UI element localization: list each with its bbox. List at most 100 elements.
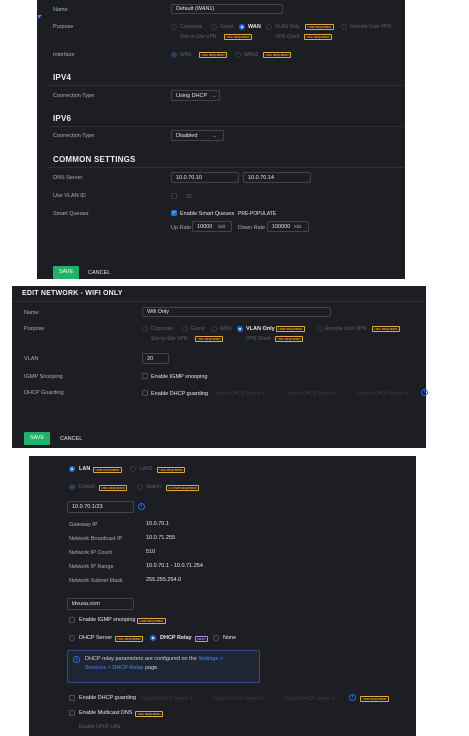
- lan2-radio[interactable]: [130, 466, 136, 472]
- up-rate-input[interactable]: 10000 kbit: [192, 221, 232, 232]
- dhcp-server-radio[interactable]: [69, 635, 75, 641]
- purpose-corporate-radio[interactable]: [171, 24, 177, 30]
- switch-label: Switch: [146, 484, 161, 490]
- purpose-guest-radio[interactable]: [211, 24, 217, 30]
- info-icon[interactable]: i: [421, 389, 428, 396]
- use-vlan-id-checkbox[interactable]: [171, 193, 177, 199]
- purpose-corporate-radio[interactable]: [142, 326, 148, 332]
- upnp-lan-check-label: Enable UPnP LAN: [79, 724, 121, 730]
- use-vlan-id-label: Use VLAN ID: [53, 193, 86, 199]
- dhcp-relay-radio[interactable]: [150, 635, 156, 641]
- trusted-dhcp-server-3-input[interactable]: Trusted DHCP server 3: [283, 696, 335, 702]
- purpose-remote-vpn-label: Remote User VPN: [350, 24, 392, 30]
- purpose-vpn-client-label: VPN Client: [275, 34, 300, 40]
- default-radio[interactable]: [69, 484, 75, 490]
- save-button[interactable]: SAVE: [24, 432, 50, 445]
- lan-label: LAN: [79, 466, 91, 472]
- dhcp-guarding-checkbox[interactable]: [69, 695, 75, 701]
- down-rate-unit: kbit: [294, 224, 302, 229]
- dhcp-none-radio[interactable]: [213, 635, 219, 641]
- smart-queues-label: Smart Queues: [53, 211, 89, 217]
- smart-queues-checkbox[interactable]: ✓: [171, 210, 177, 216]
- ip-range-value: 10.0.70.1 - 10.0.71.254: [146, 563, 203, 569]
- subnet-mask-label: Network Subnet Mask: [69, 578, 123, 584]
- lan-radio[interactable]: [69, 466, 75, 472]
- name-label: Name: [53, 7, 68, 13]
- chevron-down-icon: ⌄: [212, 92, 217, 99]
- usg-required-badge: USG REQUIRED: [195, 336, 224, 342]
- edit-network-wan-panel: Name Default (WAN1) Purpose Corporate Gu…: [37, 0, 405, 279]
- connection-type-v6-select[interactable]: Disabled ⌄: [171, 130, 224, 141]
- cancel-button[interactable]: CANCEL: [88, 270, 110, 276]
- dhcp-none-label: None: [223, 635, 237, 641]
- info-icon[interactable]: i: [349, 694, 356, 701]
- dns-server-2-input[interactable]: 10.0.70.14: [243, 172, 311, 183]
- switch-radio[interactable]: [137, 484, 143, 490]
- interface-wan-radio[interactable]: [171, 52, 177, 58]
- cancel-button[interactable]: CANCEL: [60, 436, 82, 442]
- connection-type-label: Connection Type: [53, 93, 95, 99]
- up-rate-label: Up Rate: [171, 225, 192, 231]
- name-input[interactable]: Wifi Only: [142, 307, 331, 317]
- gateway-subnet-input[interactable]: 10.0.70.1/23: [67, 501, 134, 513]
- multicast-dns-check-label: Enable Multicast DNS: [79, 710, 133, 716]
- purpose-remote-vpn-radio[interactable]: [317, 326, 323, 332]
- default-label: Default: [79, 484, 95, 490]
- gateway-ip-value: 10.0.70.1: [146, 521, 169, 527]
- igmp-snooping-checkbox[interactable]: [69, 617, 75, 623]
- usg-required-badge: USG REQUIRED: [99, 485, 128, 491]
- purpose-guest-label: Guest: [191, 326, 205, 332]
- purpose-remote-vpn-radio[interactable]: [341, 24, 347, 30]
- purpose-corporate-label: Corporate: [180, 24, 203, 30]
- pre-populate-button[interactable]: PRE-POPULATE: [238, 211, 276, 217]
- settings-link[interactable]: Settings >: [198, 656, 223, 662]
- purpose-s2s-vpn-label: Site-to-Site VPN: [180, 34, 217, 40]
- connection-type-v4-value: Using DHCP: [176, 92, 208, 99]
- usg-required-badge: USG REQUIRED: [304, 34, 333, 40]
- edit-network-wifi-only-panel: EDIT NETWORK - WIFI ONLY Name Wifi Only …: [12, 286, 428, 448]
- lan-network-settings-panel: LAN USW REQUIRED LAN2 USG REQUIRED Defau…: [29, 456, 416, 736]
- connection-type-v4-select[interactable]: Using DHCP ⌄: [171, 90, 220, 101]
- usg-required-badge: USG REQUIRED: [372, 326, 401, 332]
- usg-required-badge: USG REQUIRED: [115, 636, 144, 642]
- vlan-input[interactable]: 20: [142, 353, 169, 364]
- save-button[interactable]: SAVE: [53, 266, 79, 279]
- usw-required-badge: USW REQUIRED: [93, 467, 122, 473]
- trusted-dhcp-server-1-input[interactable]: Trusted DHCP server 1: [213, 391, 265, 397]
- usw-required-badge: USW REQUIRED: [360, 696, 389, 702]
- gateway-ip-label: Gateway IP: [69, 522, 98, 528]
- broadcast-ip-label: Network Broadcast IP: [69, 536, 123, 542]
- trusted-dhcp-server-2-input[interactable]: Trusted DHCP server 2: [285, 391, 337, 397]
- divider: [47, 126, 405, 127]
- name-input[interactable]: Default (WAN1): [171, 4, 283, 14]
- trusted-dhcp-server-2-input[interactable]: Trusted DHCP server 2: [212, 696, 264, 702]
- divider: [47, 167, 405, 168]
- purpose-wan-radio[interactable]: [239, 24, 245, 30]
- multicast-dns-checkbox[interactable]: [69, 710, 75, 716]
- ip-count-value: 510: [146, 549, 156, 555]
- interface-wan2-radio[interactable]: [235, 52, 241, 58]
- dns-server-1-input[interactable]: 10.0.70.10: [171, 172, 239, 183]
- down-rate-input[interactable]: 100000 kbit: [267, 221, 309, 232]
- info-text-part2: page.: [143, 665, 159, 671]
- purpose-guest-label: Guest: [220, 24, 234, 30]
- purpose-vlan-only-radio[interactable]: [237, 326, 243, 332]
- igmp-snooping-checkbox[interactable]: [142, 373, 148, 379]
- purpose-wan-label: WAN: [220, 326, 232, 332]
- trusted-dhcp-server-3-input[interactable]: Trusted DHCP server 3: [356, 391, 408, 397]
- trusted-dhcp-server-1-input[interactable]: Trusted DHCP server 1: [141, 696, 193, 702]
- info-text-part1: DHCP relay parameters are configured on …: [85, 656, 199, 662]
- usg-required-badge: USG REQUIRED: [199, 52, 228, 58]
- dhcp-relay-link[interactable]: Services > DHCP Relay: [85, 665, 143, 671]
- dhcp-guarding-checkbox[interactable]: [142, 390, 148, 396]
- usw-required-badge: USW REQUIRED: [276, 326, 305, 332]
- igmp-snooping-check-label: Enable IGMP snooping: [151, 374, 208, 380]
- info-icon[interactable]: i: [138, 503, 145, 510]
- ipv4-section-title: IPV4: [53, 73, 72, 82]
- dhcp-relay-label: DHCP Relay: [160, 635, 192, 641]
- purpose-vlan-only-radio[interactable]: [266, 24, 272, 30]
- purpose-wan-radio[interactable]: [211, 326, 217, 332]
- domain-name-input[interactable]: ldvusa.com: [67, 598, 134, 610]
- purpose-guest-radio[interactable]: [182, 326, 188, 332]
- chevron-down-icon: ⌄: [212, 132, 217, 139]
